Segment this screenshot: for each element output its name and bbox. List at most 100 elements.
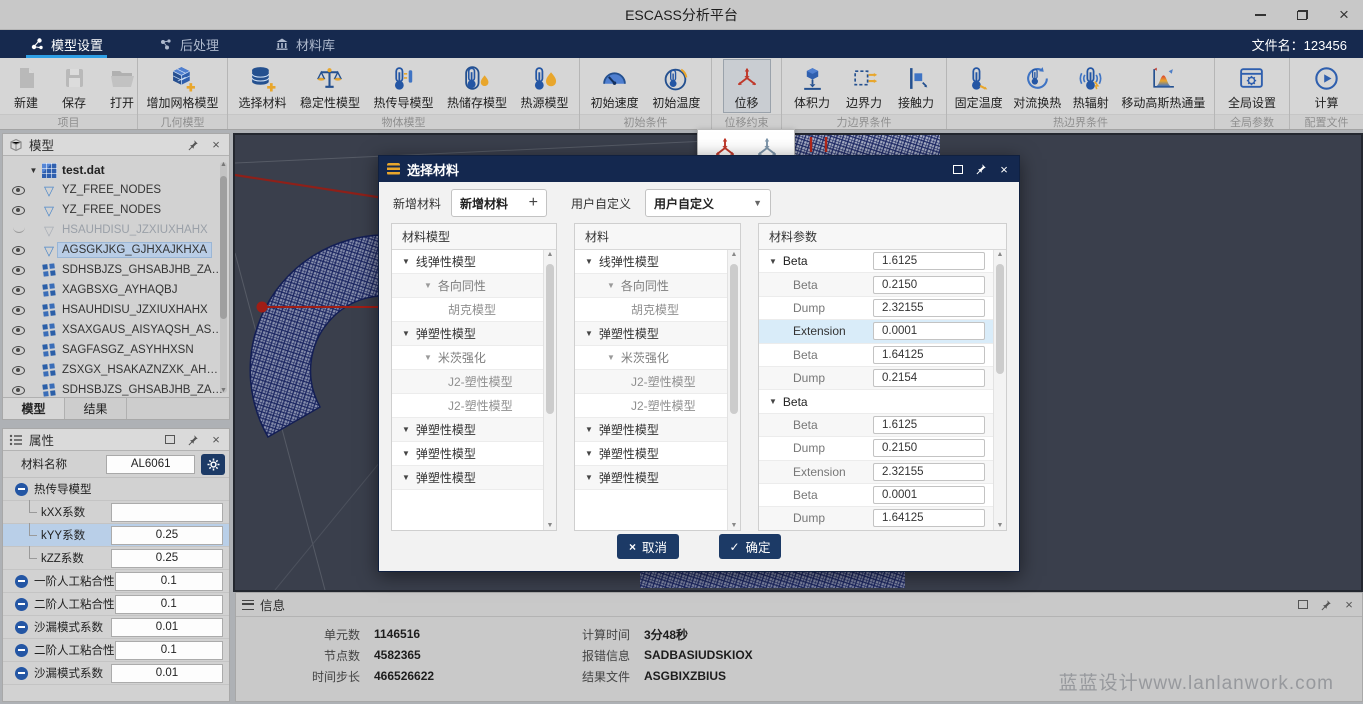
ribbon-button-global-settings[interactable]: 全局设置 bbox=[1223, 59, 1281, 113]
material-model-item[interactable]: ▼ 线弹性模型 bbox=[392, 250, 543, 274]
ribbon-button-heat-storage-model[interactable]: 热储存模型 bbox=[442, 59, 512, 113]
material-model-item[interactable]: ▼ 弹塑性模型 bbox=[392, 418, 543, 442]
ribbon-button-moving-gauss-flux[interactable]: 移动高斯热通量 bbox=[1115, 59, 1211, 113]
property-row[interactable]: kXX系数 bbox=[3, 501, 229, 524]
param-row[interactable]: Beta 1.64125 bbox=[759, 344, 993, 367]
property-row[interactable]: 沙漏模式系数 0.01 bbox=[3, 616, 229, 639]
minimize-button[interactable] bbox=[1251, 6, 1269, 24]
param-row[interactable]: Dump 0.2150 bbox=[759, 437, 993, 460]
ribbon-button-new[interactable]: 新建 bbox=[2, 59, 50, 113]
tree-item[interactable]: ZSXGX_HSAKAZNZXK_AHASX bbox=[3, 360, 229, 380]
scrollbar-thumb[interactable] bbox=[730, 264, 738, 414]
tab-material-library[interactable]: 材料库 bbox=[275, 30, 335, 58]
param-row[interactable]: Beta 1.6125 bbox=[759, 414, 993, 437]
tree-item[interactable]: SAGFASGZ_ASYHHXSN bbox=[3, 340, 229, 360]
material-item[interactable]: J2-塑性模型 bbox=[575, 370, 727, 394]
tab-model[interactable]: 模型 bbox=[3, 398, 65, 419]
visibility-eye-icon[interactable] bbox=[9, 306, 27, 315]
tree-item-root[interactable]: ▼ test.dat bbox=[3, 160, 229, 180]
param-row[interactable]: ▼ Beta 1.6125 bbox=[759, 250, 993, 273]
collapse-minus-icon[interactable] bbox=[15, 644, 28, 657]
pin-icon[interactable] bbox=[1319, 598, 1333, 612]
param-row[interactable]: Dump 2.32155 bbox=[759, 297, 993, 320]
ribbon-button-contact-force[interactable]: 接触力 bbox=[892, 59, 940, 113]
param-row[interactable]: Dump 1.64125 bbox=[759, 507, 993, 530]
tree-item[interactable]: AGSGKJKG_GJHXAJKHXA bbox=[3, 240, 229, 260]
tree-item[interactable]: YZ_FREE_NODES bbox=[3, 180, 229, 200]
scrollbar[interactable]: ▲▼ bbox=[727, 250, 740, 530]
property-row[interactable]: 热传导模型 bbox=[3, 478, 229, 501]
visibility-eye-icon[interactable] bbox=[9, 226, 27, 235]
close-icon[interactable]: × bbox=[209, 138, 223, 152]
collapse-minus-icon[interactable] bbox=[15, 621, 28, 634]
material-model-item[interactable]: ▼ 米茨强化 bbox=[392, 346, 543, 370]
cancel-button[interactable]: ×取消 bbox=[617, 534, 679, 559]
tree-item[interactable]: SDHSBJZS_GHSABJHB_ZAHU bbox=[3, 380, 229, 397]
param-row[interactable]: Beta 0.2150 bbox=[759, 273, 993, 296]
visibility-eye-icon[interactable] bbox=[9, 266, 27, 275]
param-value-input[interactable]: 0.2154 bbox=[873, 369, 985, 387]
ribbon-button-add-mesh-model[interactable]: 增加网格模型 bbox=[141, 59, 223, 113]
param-row[interactable]: Extension 0.0001 bbox=[759, 320, 993, 343]
visibility-eye-icon[interactable] bbox=[9, 286, 27, 295]
property-value-input[interactable] bbox=[111, 503, 223, 522]
close-button[interactable]: × bbox=[1335, 6, 1353, 24]
add-material-button[interactable]: + bbox=[529, 194, 538, 212]
scrollbar[interactable]: ▲▼ bbox=[993, 250, 1006, 530]
property-value-input[interactable]: 0.01 bbox=[111, 618, 223, 637]
param-row[interactable]: ▼ Beta bbox=[759, 390, 993, 413]
property-value-input[interactable]: 0.1 bbox=[115, 595, 224, 614]
tab-results[interactable]: 结果 bbox=[65, 398, 127, 419]
restore-button[interactable] bbox=[1293, 6, 1311, 24]
property-value-input[interactable]: 0.1 bbox=[115, 641, 224, 660]
material-model-item[interactable]: ▼ 各向同性 bbox=[392, 274, 543, 298]
visibility-eye-icon[interactable] bbox=[9, 206, 27, 215]
material-item[interactable]: ▼ 米茨强化 bbox=[575, 346, 727, 370]
property-row[interactable]: 二阶人工粘合性 0.1 bbox=[3, 639, 229, 662]
collapse-minus-icon[interactable] bbox=[15, 667, 28, 680]
ribbon-button-initial-temperature[interactable]: 初始温度 bbox=[647, 59, 705, 113]
param-value-input[interactable]: 0.0001 bbox=[873, 322, 985, 340]
material-model-item[interactable]: J2-塑性模型 bbox=[392, 370, 543, 394]
property-row[interactable]: kZZ系数 0.25 bbox=[3, 547, 229, 570]
material-model-item[interactable]: ▼ 弹塑性模型 bbox=[392, 442, 543, 466]
ribbon-button-select-material[interactable]: 选择材料 bbox=[233, 59, 291, 113]
ribbon-button-boundary-force[interactable]: 边界力 bbox=[840, 59, 888, 113]
material-model-item[interactable]: J2-塑性模型 bbox=[392, 394, 543, 418]
ribbon-button-save[interactable]: 保存 bbox=[50, 59, 98, 113]
close-icon[interactable]: × bbox=[209, 433, 223, 447]
param-value-input[interactable]: 1.64125 bbox=[873, 509, 985, 527]
close-icon[interactable]: × bbox=[1342, 598, 1356, 612]
material-item[interactable]: 胡克模型 bbox=[575, 298, 727, 322]
new-material-input[interactable]: 新增材料 + bbox=[451, 189, 547, 217]
expander-icon[interactable]: ▼ bbox=[27, 166, 40, 175]
ribbon-button-compute[interactable]: 计算 bbox=[1303, 59, 1351, 113]
scrollbar-thumb[interactable] bbox=[996, 264, 1004, 374]
material-item[interactable]: ▼ 各向同性 bbox=[575, 274, 727, 298]
material-model-item[interactable]: ▼ 弹塑性模型 bbox=[392, 322, 543, 346]
material-model-item[interactable]: ▼ 弹塑性模型 bbox=[392, 466, 543, 490]
material-item[interactable]: ▼ 线弹性模型 bbox=[575, 250, 727, 274]
visibility-eye-icon[interactable] bbox=[9, 386, 27, 395]
property-row[interactable]: kYY系数 0.25 bbox=[3, 524, 229, 547]
property-value-input[interactable]: 0.1 bbox=[115, 572, 224, 591]
tree-item[interactable]: XAGBSXG_AYHAQBJ bbox=[3, 280, 229, 300]
user-defined-select[interactable]: 用户自定义 ▼ bbox=[645, 189, 771, 217]
param-value-input[interactable]: 1.6125 bbox=[873, 416, 985, 434]
tree-scrollbar[interactable]: ▲ ▼ bbox=[220, 162, 227, 393]
collapse-minus-icon[interactable] bbox=[15, 483, 28, 496]
material-model-item[interactable]: 胡克模型 bbox=[392, 298, 543, 322]
collapse-minus-icon[interactable] bbox=[15, 575, 28, 588]
maximize-icon[interactable] bbox=[1296, 598, 1310, 612]
material-settings-button[interactable] bbox=[201, 454, 225, 475]
material-item[interactable]: ▼ 弹塑性模型 bbox=[575, 322, 727, 346]
visibility-eye-icon[interactable] bbox=[9, 326, 27, 335]
maximize-icon[interactable] bbox=[951, 162, 965, 176]
ribbon-button-convection[interactable]: 对流换热 bbox=[1008, 59, 1066, 113]
visibility-eye-icon[interactable] bbox=[9, 346, 27, 355]
property-value-input[interactable]: 0.01 bbox=[111, 664, 223, 683]
ribbon-button-heat-conduction-model[interactable]: 热传导模型 bbox=[368, 59, 438, 113]
param-value-input[interactable]: 2.32155 bbox=[873, 463, 985, 481]
material-item[interactable]: J2-塑性模型 bbox=[575, 394, 727, 418]
param-row[interactable]: Extension 2.32155 bbox=[759, 461, 993, 484]
